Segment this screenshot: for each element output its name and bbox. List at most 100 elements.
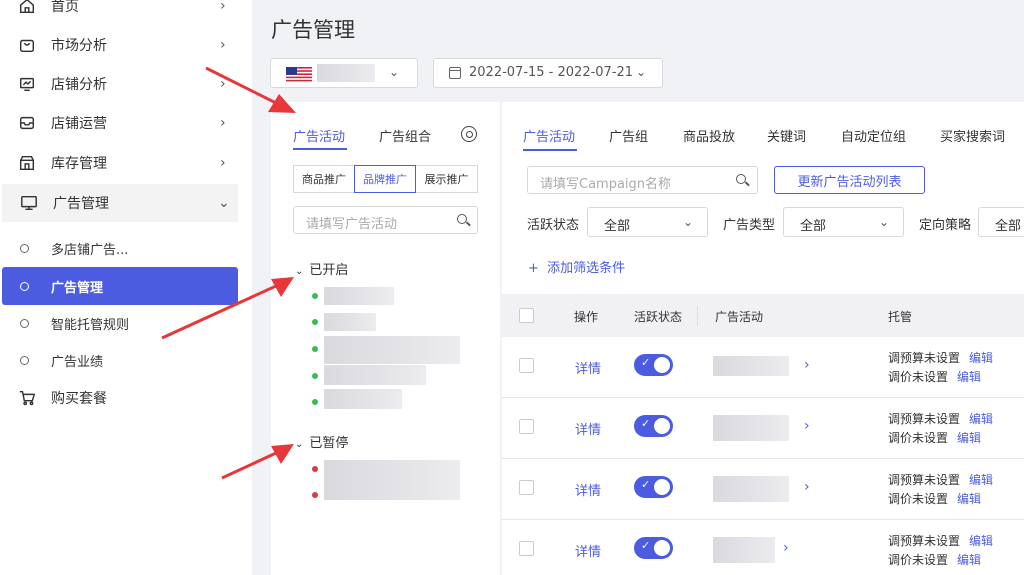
campaign-name-redacted[interactable] <box>324 365 426 385</box>
detail-link[interactable]: 详情 <box>575 419 601 438</box>
detail-link[interactable]: 详情 <box>575 541 601 560</box>
targeting-filter-select[interactable]: 全部 <box>978 207 1024 237</box>
sidebar-subitem-multi-store-ads[interactable]: 多店铺广告... <box>0 229 252 267</box>
detail-link[interactable]: 详情 <box>575 480 601 499</box>
column-header-campaign[interactable]: 广告活动 <box>715 308 763 325</box>
add-filter-button[interactable]: + 添加筛选条件 <box>528 257 625 276</box>
status-filter-select[interactable]: 全部 ⌄ <box>587 207 708 237</box>
group-enabled[interactable]: ⌄ 已开启 <box>295 259 348 278</box>
active-status-toggle[interactable]: ✓ <box>634 354 673 376</box>
sidebar-item-store-operations[interactable]: 店铺运营 › <box>0 104 252 142</box>
sidebar-item-ad-management[interactable]: 广告管理 ⌄ <box>2 184 238 222</box>
tab-product-targeting[interactable]: 商品投放 <box>683 126 735 145</box>
chevron-right-icon[interactable]: › <box>804 357 810 373</box>
bid-status: 调价未设置 编辑 <box>888 492 982 506</box>
status-dot-enabled <box>312 319 318 325</box>
campaign-name-redacted[interactable] <box>713 476 789 502</box>
chevron-right-icon[interactable]: › <box>783 540 789 556</box>
tab-campaigns[interactable]: 广告活动 <box>523 126 575 145</box>
active-status-toggle[interactable]: ✓ <box>634 476 673 498</box>
column-header-action: 操作 <box>574 310 599 324</box>
campaign-search-input[interactable]: 请填写广告活动 <box>293 206 478 234</box>
bid-status: 调价未设置 编辑 <box>888 553 982 567</box>
budget-status: 调预算未设置 编辑 <box>888 412 994 426</box>
row-checkbox[interactable] <box>519 419 534 434</box>
chevron-right-icon: › <box>220 76 226 92</box>
edit-budget-link[interactable]: 编辑 <box>969 412 993 426</box>
toggle-knob <box>654 357 670 373</box>
row-checkbox[interactable] <box>519 480 534 495</box>
search-icon[interactable] <box>736 174 746 184</box>
bullet-icon <box>20 281 29 291</box>
campaign-name-redacted[interactable] <box>713 356 789 376</box>
sidebar-subitem-ad-management[interactable]: 广告管理 <box>2 267 238 305</box>
tab-portfolios[interactable]: 广告组合 <box>379 126 431 145</box>
group-paused[interactable]: ⌄ 已暂停 <box>295 432 348 451</box>
table-row: 详情 ✓ › 调预算未设置 编辑 调价未设置 编辑 <box>502 520 1024 575</box>
campaign-name-redacted[interactable] <box>324 287 394 305</box>
sidebar-item-home[interactable]: 首页 › <box>0 0 252 25</box>
sidebar-subitem-ad-performance[interactable]: 广告业绩 <box>0 341 252 379</box>
edit-budget-link[interactable]: 编辑 <box>969 534 993 548</box>
edit-budget-link[interactable]: 编辑 <box>969 351 993 365</box>
home-icon <box>16 0 38 17</box>
edit-bid-link[interactable]: 编辑 <box>957 553 981 567</box>
segment-sponsored-brands[interactable]: 品牌推广 <box>354 165 416 193</box>
campaign-name-redacted[interactable] <box>324 389 402 409</box>
chevron-right-icon: › <box>220 155 226 171</box>
us-flag-icon <box>286 67 312 82</box>
campaign-name-redacted[interactable] <box>324 460 460 500</box>
edit-bid-link[interactable]: 编辑 <box>957 431 981 445</box>
status-dot-enabled <box>312 346 318 352</box>
chevron-down-icon: ⌄ <box>878 215 889 229</box>
ad-type-filter-select[interactable]: 全部 ⌄ <box>783 207 904 237</box>
sidebar-item-market-analysis[interactable]: 市场分析 › <box>0 26 252 64</box>
tab-keywords[interactable]: 关键词 <box>767 126 806 145</box>
campaign-name-redacted[interactable] <box>713 537 775 563</box>
column-header-managed: 托管 <box>888 310 913 324</box>
calendar-icon <box>449 67 461 79</box>
sidebar-item-store-analysis[interactable]: 店铺分析 › <box>0 65 252 103</box>
select-all-checkbox[interactable] <box>519 308 534 323</box>
ad-type-segmented-control: 商品推广 品牌推广 展示推广 <box>293 165 478 193</box>
settings-icon[interactable] <box>461 126 477 142</box>
search-icon[interactable] <box>457 214 467 224</box>
chevron-right-icon[interactable]: › <box>804 479 810 495</box>
active-status-toggle[interactable]: ✓ <box>634 415 673 437</box>
date-range-picker[interactable]: 2022-07-15 - 2022-07-21 ⌄ <box>433 58 663 88</box>
chevron-down-icon: ⌄ <box>389 65 400 79</box>
tab-auto-targeting[interactable]: 自动定位组 <box>841 126 906 145</box>
table-row: 详情 ✓ › 调预算未设置 编辑 调价未设置 编辑 <box>502 337 1024 398</box>
segment-sponsored-products[interactable]: 商品推广 <box>293 165 355 193</box>
sidebar-item-inventory[interactable]: 库存管理 › <box>0 144 252 182</box>
refresh-campaign-list-button[interactable]: 更新广告活动列表 <box>774 166 925 194</box>
monitor-icon <box>18 192 40 214</box>
status-dot-enabled <box>312 399 318 405</box>
budget-status: 调预算未设置 编辑 <box>888 351 994 365</box>
tab-campaigns[interactable]: 广告活动 <box>293 126 345 145</box>
column-header-status: 活跃状态 <box>634 310 683 324</box>
budget-status: 调预算未设置 编辑 <box>888 534 994 548</box>
sidebar-item-buy-plan[interactable]: 购买套餐 <box>0 379 252 417</box>
tab-ad-groups[interactable]: 广告组 <box>609 126 648 145</box>
toggle-knob <box>654 479 670 495</box>
campaign-name-search-input[interactable]: 请填写Campaign名称 <box>527 166 758 194</box>
campaign-name-redacted[interactable] <box>324 336 460 364</box>
campaign-name-redacted[interactable] <box>324 313 376 331</box>
edit-budget-link[interactable]: 编辑 <box>969 473 993 487</box>
campaign-name-redacted[interactable] <box>713 415 789 441</box>
country-select[interactable]: ⌄ <box>270 58 418 88</box>
sidebar-subitem-smart-rules[interactable]: 智能托管规则 <box>0 304 252 342</box>
toggle-knob <box>654 540 670 556</box>
table-row: 详情 ✓ › 调预算未设置 编辑 调价未设置 编辑 <box>502 459 1024 520</box>
detail-link[interactable]: 详情 <box>575 358 601 377</box>
row-checkbox[interactable] <box>519 358 534 373</box>
segment-sponsored-display[interactable]: 展示推广 <box>415 165 478 193</box>
active-status-toggle[interactable]: ✓ <box>634 537 673 559</box>
edit-bid-link[interactable]: 编辑 <box>957 370 981 384</box>
tab-search-terms[interactable]: 买家搜索词 <box>940 126 1005 145</box>
chevron-down-icon: ⌄ <box>295 266 304 277</box>
edit-bid-link[interactable]: 编辑 <box>957 492 981 506</box>
row-checkbox[interactable] <box>519 541 534 556</box>
chevron-right-icon[interactable]: › <box>804 418 810 434</box>
